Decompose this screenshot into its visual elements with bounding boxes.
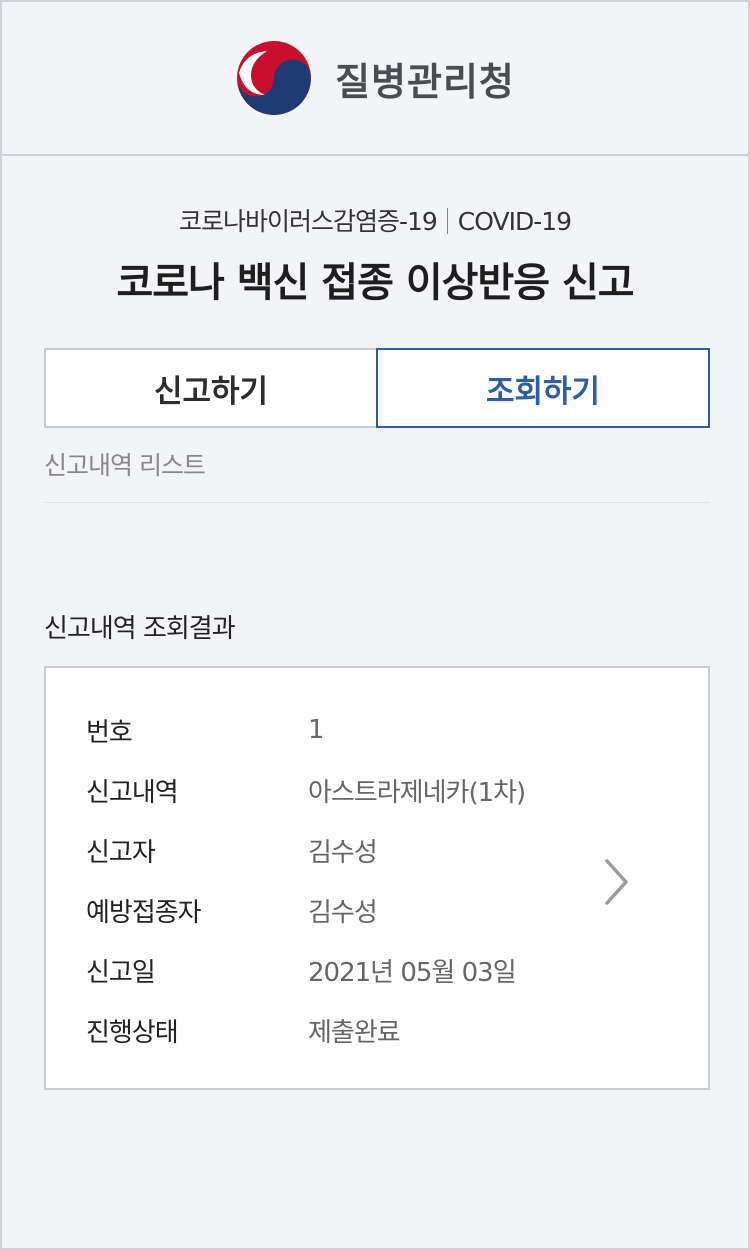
section-divider bbox=[44, 502, 710, 503]
org-name: 질병관리청 bbox=[335, 59, 515, 104]
record-fields: 번호 1 신고내역 아스트라제네카(1차) 신고자 김수성 예방접종자 김수성 … bbox=[86, 700, 526, 1060]
record-row-report-item: 신고내역 아스트라제네카(1차) bbox=[86, 760, 526, 820]
taegeuk-logo bbox=[235, 39, 313, 117]
field-key: 신고내역 bbox=[86, 777, 179, 808]
field-value: 김수성 bbox=[308, 897, 378, 928]
report-list-label: 신고내역 리스트 bbox=[44, 451, 206, 480]
field-key: 신고자 bbox=[86, 837, 156, 868]
field-value: 김수성 bbox=[308, 837, 378, 868]
field-key: 번호 bbox=[86, 717, 133, 748]
subtitle-korean: 코로나바이러스감염증-19 bbox=[178, 207, 438, 236]
field-key: 예방접종자 bbox=[86, 897, 202, 928]
field-key: 진행상태 bbox=[86, 1017, 179, 1048]
record-row-number: 번호 1 bbox=[86, 700, 525, 760]
field-value: 아스트라제네카(1차) bbox=[308, 777, 526, 808]
record-row-vaccinee: 예방접종자 김수성 bbox=[86, 880, 525, 940]
results-heading: 신고내역 조회결과 bbox=[44, 614, 236, 644]
page-title: 코로나 백신 접종 이상반응 신고 bbox=[116, 260, 634, 306]
report-record-card[interactable]: 번호 1 신고내역 아스트라제네카(1차) 신고자 김수성 예방접종자 김수성 … bbox=[44, 666, 710, 1090]
record-row-report-date: 신고일 2021년 05월 03일 bbox=[86, 940, 525, 1000]
tab-lookup[interactable]: 조회하기 bbox=[376, 348, 710, 428]
field-value: 제출완료 bbox=[308, 1017, 401, 1048]
field-key: 신고일 bbox=[86, 957, 156, 988]
field-value: 2021년 05월 03일 bbox=[308, 957, 517, 988]
tab-report[interactable]: 신고하기 bbox=[44, 348, 376, 428]
subtitle-separator bbox=[446, 208, 448, 234]
page-subtitle: 코로나바이러스감염증-19 COVID-19 bbox=[2, 202, 748, 238]
brand[interactable]: 질병관리청 bbox=[235, 39, 515, 117]
record-row-reporter: 신고자 김수성 bbox=[86, 820, 525, 880]
record-row-status: 진행상태 제출완료 bbox=[86, 1000, 525, 1060]
subtitle-english: COVID-19 bbox=[457, 207, 572, 236]
field-value: 1 bbox=[308, 715, 325, 745]
app-header: 질병관리청 bbox=[2, 2, 748, 156]
chevron-right-icon[interactable] bbox=[604, 858, 630, 910]
tab-bar: 신고하기 조회하기 bbox=[44, 348, 710, 428]
